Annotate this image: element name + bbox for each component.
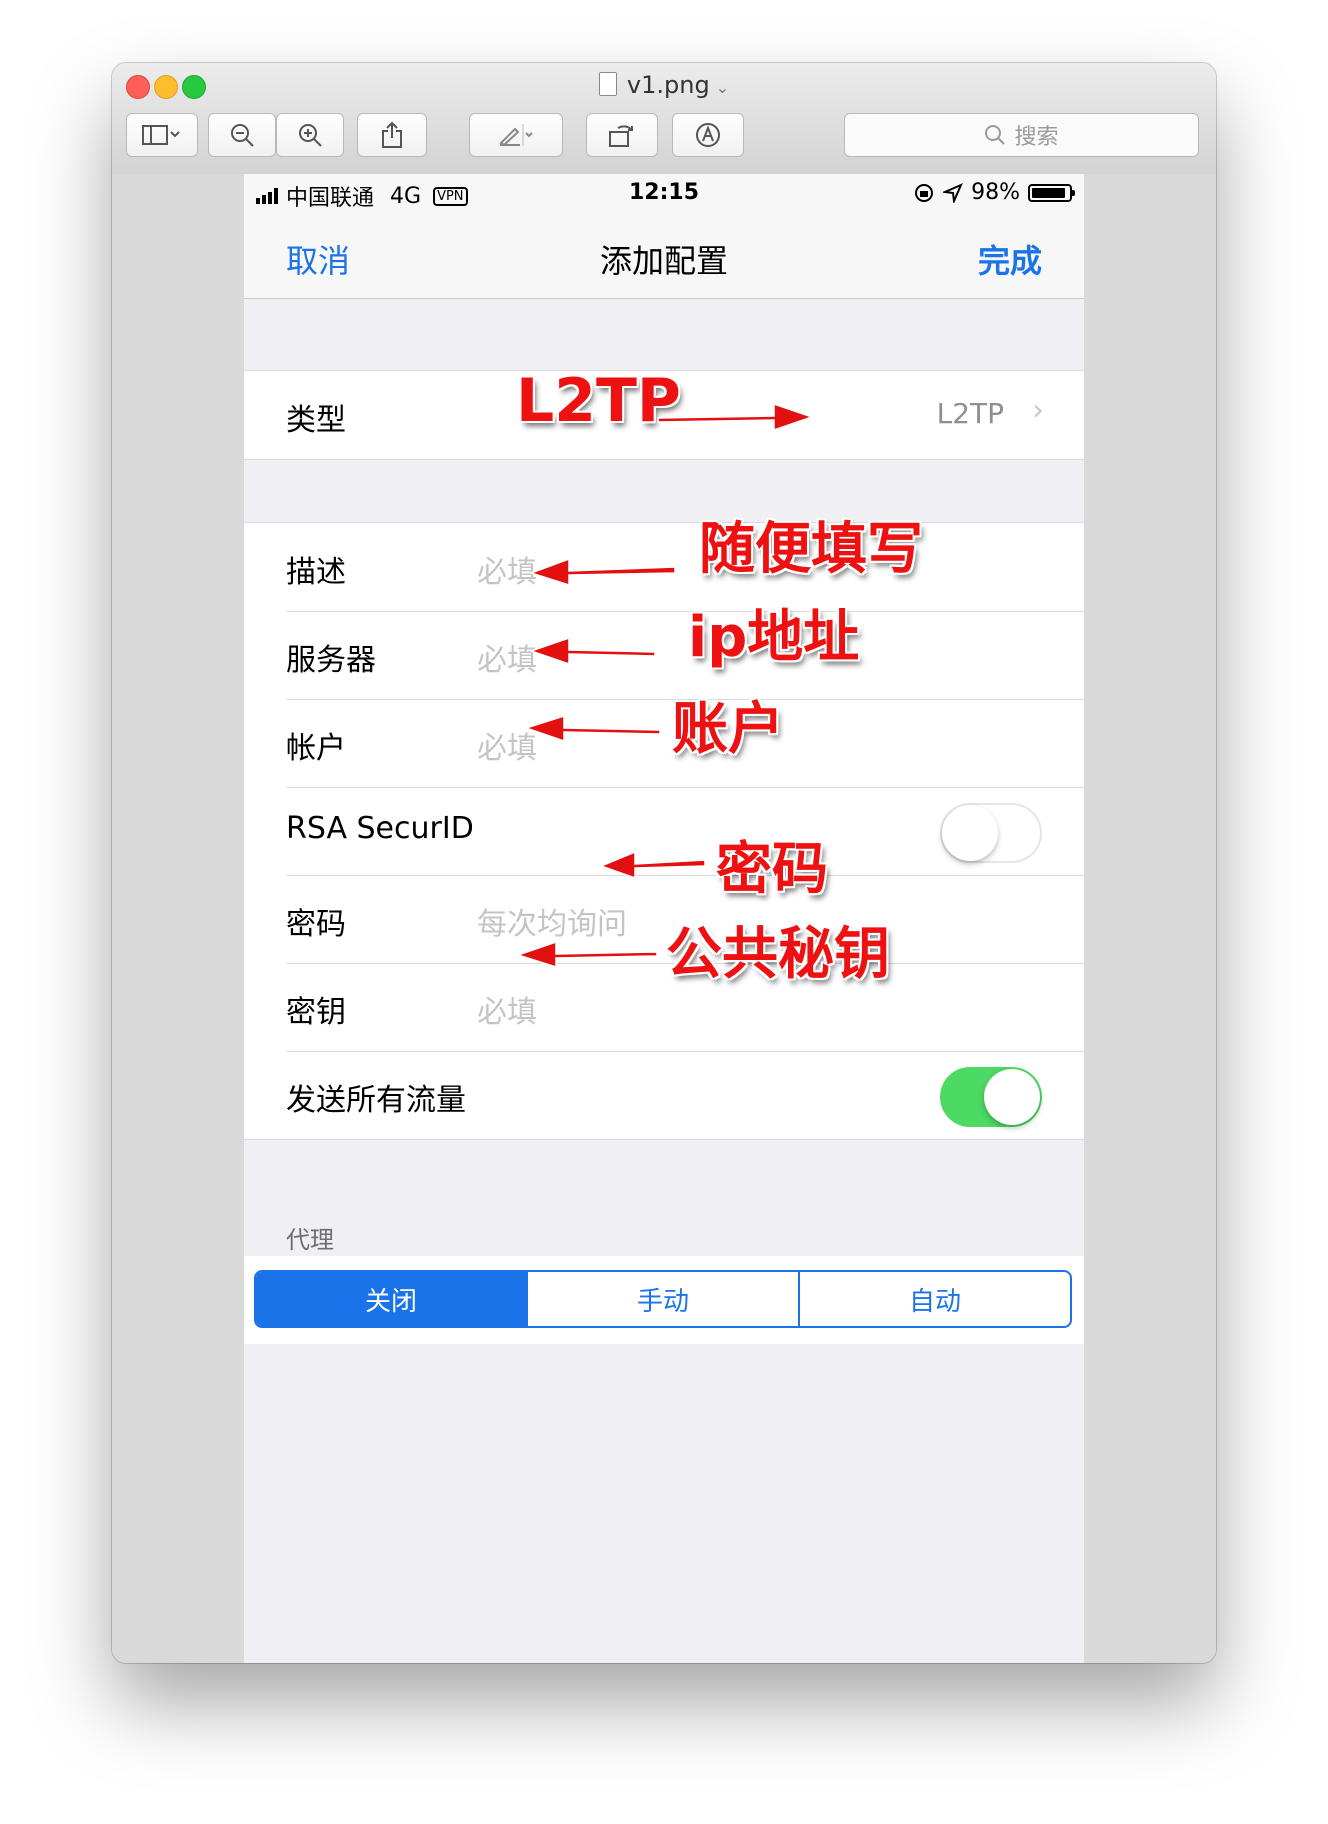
markup-pen-button[interactable]: [469, 113, 563, 157]
secret-row[interactable]: 密钥 必填: [244, 963, 1084, 1051]
send-all-traffic-row: 发送所有流量: [244, 1051, 1084, 1139]
share-button[interactable]: [357, 113, 427, 157]
zoom-in-icon: [299, 124, 322, 147]
arrow-left-icon: [515, 940, 658, 969]
annotation-server: ip地址: [688, 605, 860, 670]
send-all-traffic-label: 发送所有流量: [286, 1083, 466, 1118]
annotation-account: 账户: [672, 697, 784, 762]
navigation-bar: 取消 添加配置 完成: [244, 214, 1084, 299]
ios-screenshot: 中国联通 4G VPN 12:15 98% 取消 添加配置 完成 类型 L2TP…: [244, 174, 1084, 1663]
battery-percent: 98%: [971, 180, 1020, 205]
file-icon: [598, 72, 617, 96]
rsa-securid-toggle[interactable]: [940, 803, 1042, 863]
proxy-manual-segment[interactable]: 手动: [526, 1272, 798, 1326]
account-row[interactable]: 帐户 必填: [244, 699, 1084, 787]
secret-label: 密钥: [286, 995, 346, 1030]
sidebar-icon: [142, 125, 180, 145]
annotation-description: 随便填写: [699, 517, 923, 582]
sidebar-toggle-button[interactable]: [126, 113, 198, 157]
search-field[interactable]: 搜索: [844, 113, 1199, 157]
pen-icon: [499, 124, 533, 146]
password-label: 密码: [286, 907, 346, 942]
chevron-right-icon: ›: [1032, 393, 1044, 428]
proxy-section-header: 代理: [286, 1226, 334, 1254]
type-value: L2TP: [936, 397, 1004, 430]
arrow-left-icon: [528, 636, 656, 666]
search-icon: [985, 125, 1006, 145]
document-title[interactable]: v1.png ⌄: [112, 71, 1216, 99]
arrow-right-icon: [657, 402, 815, 432]
battery-icon: [1028, 183, 1075, 202]
page-title: 添加配置: [599, 242, 728, 280]
markup-icon: [696, 123, 720, 147]
server-label: 服务器: [286, 643, 376, 678]
account-label: 帐户: [286, 731, 346, 766]
annotate-button[interactable]: [672, 113, 744, 157]
type-label: 类型: [286, 403, 346, 438]
annotation-secret: 公共秘钥: [666, 922, 890, 987]
proxy-segmented-control: 关闭 手动 自动: [254, 1270, 1072, 1328]
orientation-lock-icon: [915, 183, 934, 202]
location-arrow-icon: [943, 182, 964, 203]
preview-window: v1.png ⌄ 搜索 中国联通 4G VPN 12:15 98% 取消 添加配…: [112, 63, 1216, 1663]
zoom-out-icon: [231, 124, 254, 147]
zoom-in-button[interactable]: [276, 113, 344, 157]
vpn-fields-group: 描述 必填 服务器 必填 帐户 必填 RSA SecurID 密码 每次均询问 …: [244, 522, 1084, 1140]
proxy-off-segment[interactable]: 关闭: [256, 1272, 526, 1326]
chevron-down-icon: ⌄: [715, 78, 730, 97]
proxy-auto-segment[interactable]: 自动: [798, 1272, 1070, 1326]
arrow-left-icon: [528, 557, 676, 587]
share-icon: [382, 121, 402, 148]
zoom-out-button[interactable]: [208, 113, 276, 157]
server-row[interactable]: 服务器 必填: [244, 611, 1084, 699]
description-label: 描述: [286, 555, 346, 590]
rotate-button[interactable]: [586, 113, 658, 157]
arrow-left-icon: [598, 850, 706, 880]
rotate-icon: [609, 125, 633, 147]
ios-status-bar: 中国联通 4G VPN 12:15 98%: [244, 174, 1084, 214]
image-canvas: 中国联通 4G VPN 12:15 98% 取消 添加配置 完成 类型 L2TP…: [112, 174, 1216, 1663]
done-button[interactable]: 完成: [978, 236, 1042, 282]
send-all-traffic-toggle[interactable]: [940, 1067, 1042, 1127]
annotation-password: 密码: [716, 837, 828, 902]
titlebar: v1.png ⌄ 搜索: [112, 63, 1216, 175]
description-input[interactable]: 必填: [477, 547, 537, 591]
arrow-left-icon: [523, 714, 661, 743]
server-input[interactable]: 必填: [477, 635, 537, 679]
password-row[interactable]: 密码 每次均询问: [244, 875, 1084, 963]
document-filename: v1.png: [626, 71, 710, 99]
proxy-group: 关闭 手动 自动: [244, 1256, 1084, 1344]
secret-input[interactable]: 必填: [477, 987, 537, 1031]
search-placeholder: 搜索: [1014, 125, 1059, 150]
rsa-securid-label: RSA SecurID: [286, 811, 474, 846]
